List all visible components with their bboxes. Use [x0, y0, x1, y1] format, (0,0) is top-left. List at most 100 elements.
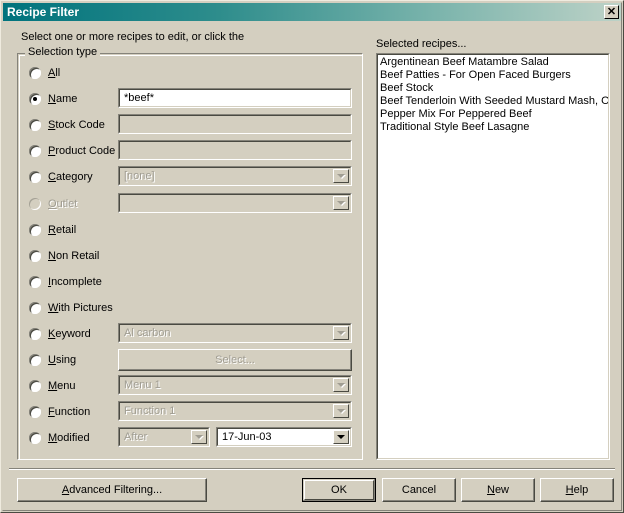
combo-function: Function 1 [118, 401, 352, 421]
chevron-down-glyph [337, 201, 345, 205]
radio-function[interactable] [29, 406, 41, 418]
radio-row-function[interactable]: Function [29, 402, 90, 422]
ok-button[interactable]: OK [302, 478, 376, 502]
selection-type-group-title: Selection type [25, 46, 101, 58]
radio-label-modified: Modified [48, 432, 90, 444]
radio-menu[interactable] [29, 380, 41, 392]
radio-outlet [29, 198, 41, 210]
datepicker-modified-value: 17-Jun-03 [222, 431, 272, 443]
textbox-stock-code [118, 114, 352, 134]
cancel-button[interactable]: Cancel [382, 478, 456, 502]
close-icon[interactable]: ✕ [604, 5, 619, 19]
chevron-down-glyph [337, 174, 345, 178]
ok-label: OK [331, 484, 347, 496]
help-button[interactable]: Help [540, 478, 614, 502]
radio-label-retail: Retail [48, 224, 77, 236]
combo-function-value: Function 1 [124, 405, 176, 417]
radio-retail[interactable] [29, 224, 41, 236]
chevron-down-icon [333, 326, 349, 340]
selected-recipes-list[interactable]: Argentinean Beef Matambre Salad Beef Patt… [377, 54, 609, 459]
radio-label-category: Category [48, 171, 93, 183]
radio-label-incomplete: Incomplete [48, 276, 102, 288]
window-title: Recipe Filter [7, 5, 80, 19]
radio-modified[interactable] [29, 432, 41, 444]
combo-modified-operator: After [118, 427, 210, 447]
radio-product-code[interactable] [29, 145, 41, 157]
radio-row-outlet: Outlet [29, 194, 77, 214]
advanced-filtering-label: Advanced Filtering... [61, 484, 163, 496]
list-item[interactable]: Traditional Style Beef Lasagne [379, 121, 608, 134]
combo-menu-value: Menu 1 [124, 379, 161, 391]
chevron-down-icon [333, 378, 349, 392]
radio-stock-code[interactable] [29, 119, 41, 131]
radio-non-retail[interactable] [29, 250, 41, 262]
radio-label-stock-code: Stock Code [48, 119, 105, 131]
chevron-down-glyph [195, 435, 203, 439]
radio-row-modified[interactable]: Modified [29, 428, 90, 448]
list-item[interactable]: Beef Tenderloin With Seeded Mustard Mash… [379, 95, 608, 108]
radio-row-menu[interactable]: Menu [29, 376, 76, 396]
radio-using[interactable] [29, 354, 41, 366]
select-button-label: Select... [215, 354, 255, 366]
chevron-down-icon [333, 196, 349, 210]
radio-row-stock-code[interactable]: Stock Code [29, 115, 105, 135]
new-button[interactable]: New [461, 478, 535, 502]
radio-label-product-code: Product Code [48, 145, 116, 157]
instruction-text: Select one or more recipes to edit, or c… [21, 31, 245, 43]
radio-label-non-retail: Non Retail [48, 250, 100, 262]
combo-keyword-inner: Al carbon [119, 324, 351, 342]
radio-keyword[interactable] [29, 328, 41, 340]
list-item[interactable]: Pepper Mix For Peppered Beef [379, 108, 608, 121]
list-item[interactable]: Beef Stock [379, 82, 608, 95]
combo-modified-operator-value: After [124, 431, 148, 443]
button-bar-divider [9, 468, 615, 470]
chevron-down-glyph [337, 409, 345, 413]
textbox-name-value: *beef* [124, 92, 154, 104]
combo-keyword-value: Al carbon [124, 327, 171, 339]
title-bar: Recipe Filter ✕ [3, 3, 621, 21]
cancel-label: Cancel [401, 484, 437, 496]
radio-category[interactable] [29, 171, 41, 183]
radio-all[interactable] [29, 67, 41, 79]
combo-category: [none] [118, 166, 352, 186]
radio-label-all: All [48, 67, 61, 79]
radio-label-keyword: Keyword [48, 328, 91, 340]
radio-row-with-pictures[interactable]: With Pictures [29, 298, 113, 318]
radio-incomplete[interactable] [29, 276, 41, 288]
chevron-down-icon[interactable] [333, 430, 349, 444]
recipe-filter-window: Recipe Filter ✕ Select one or more recip… [0, 0, 624, 513]
radio-row-keyword[interactable]: Keyword [29, 324, 91, 344]
radio-row-name[interactable]: Name [29, 89, 77, 109]
combo-category-value: [none] [124, 170, 155, 182]
radio-with-pictures[interactable] [29, 302, 41, 314]
radio-row-product-code[interactable]: Product Code [29, 141, 115, 161]
radio-row-retail[interactable]: Retail [29, 220, 76, 240]
radio-row-all[interactable]: All [29, 63, 60, 83]
radio-row-incomplete[interactable]: Incomplete [29, 272, 102, 292]
selected-recipes-listbox[interactable]: Argentinean Beef Matambre Salad Beef Patt… [376, 53, 610, 460]
chevron-down-glyph [337, 331, 345, 335]
radio-label-function: Function [48, 406, 91, 418]
chevron-down-icon [191, 430, 207, 444]
selected-recipes-label: Selected recipes... [376, 38, 467, 50]
chevron-down-glyph [337, 435, 345, 439]
textbox-name[interactable]: *beef* [118, 88, 352, 108]
textbox-stock-code-inner [119, 115, 351, 133]
radio-row-using[interactable]: Using [29, 350, 76, 370]
list-item[interactable]: Beef Patties - For Open Faced Burgers [379, 69, 608, 82]
radio-row-non-retail[interactable]: Non Retail [29, 246, 99, 266]
radio-name[interactable] [29, 93, 41, 105]
new-label: New [486, 484, 509, 496]
advanced-filtering-button[interactable]: Advanced Filtering... [17, 478, 207, 502]
chevron-down-glyph [337, 383, 345, 387]
list-item[interactable]: Argentinean Beef Matambre Salad [379, 56, 608, 69]
datepicker-modified[interactable]: 17-Jun-03 [216, 427, 352, 447]
select-button-using: Select... [118, 349, 352, 371]
textbox-product-code [118, 140, 352, 160]
radio-label-using: Using [48, 354, 77, 366]
combo-menu: Menu 1 [118, 375, 352, 395]
radio-row-category[interactable]: Category [29, 167, 93, 187]
combo-outlet-inner [119, 194, 351, 212]
radio-label-menu: Menu [48, 380, 76, 392]
textbox-product-code-inner [119, 141, 351, 159]
